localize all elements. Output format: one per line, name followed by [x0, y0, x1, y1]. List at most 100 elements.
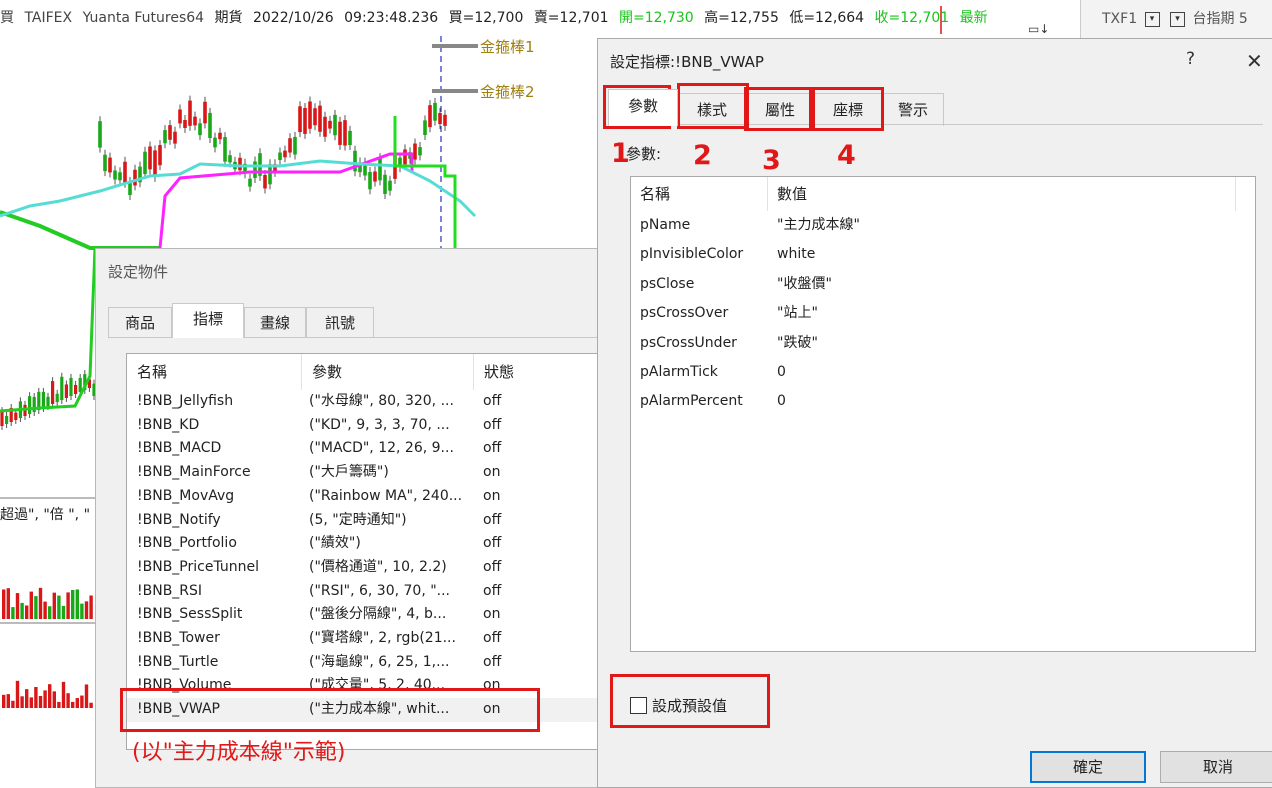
volume-bar-lower	[2, 694, 6, 708]
gold-bar-1-label: 金箍棒1	[480, 38, 535, 56]
tab-product[interactable]: 商品	[108, 307, 172, 338]
volume-bar-lower	[6, 694, 10, 708]
parameter-list[interactable]: 名稱 數值 pName "主力成本線" pInvisibleColor white ps…	[630, 176, 1256, 652]
dropdown-icon-2[interactable]: ▾	[1170, 11, 1186, 27]
parameter-row[interactable]: psClose "收盤價"	[631, 270, 1253, 299]
help-icon[interactable]: ?	[1186, 49, 1195, 69]
bid-price: 買=12,700	[448, 10, 524, 26]
candle-body	[78, 377, 82, 392]
candle-body	[148, 146, 152, 170]
volume-bar-lower	[48, 684, 52, 708]
tab-parameters[interactable]: 參數	[608, 89, 678, 126]
volume-bar-lower	[57, 701, 61, 708]
gold-bar-2-label: 金箍棒2	[480, 83, 535, 101]
candle-body	[60, 376, 64, 400]
annotation-box-coordinates-tab	[812, 87, 884, 131]
ok-button[interactable]: 確定	[1030, 751, 1146, 783]
indicator-row[interactable]: !BNB_Jellyfish ("水母線", 80, 320, ... off	[127, 390, 600, 414]
candle-body	[0, 411, 4, 426]
parameter-value[interactable]: "站上"	[777, 299, 818, 328]
parameter-value[interactable]: "跌破"	[777, 329, 818, 358]
candle-body	[64, 384, 68, 398]
indicator-row[interactable]: !BNB_MovAvg ("Rainbow MA", 240... on	[127, 485, 600, 509]
volume-bar	[57, 595, 61, 619]
candle-body	[368, 171, 372, 190]
indicator-params: ("價格通道", 10, 2.2)	[309, 558, 447, 575]
candle-body	[228, 155, 232, 163]
parameter-row[interactable]: pAlarmPercent 0	[631, 387, 1253, 416]
indicator-row[interactable]: !BNB_PriceTunnel ("價格通道", 10, 2.2) off	[127, 556, 600, 580]
tab-drawing[interactable]: 畫線	[244, 307, 306, 338]
volume-bar-lower	[75, 698, 79, 708]
parameter-value[interactable]: "主力成本線"	[777, 211, 860, 240]
indicator-status: off	[483, 653, 502, 670]
close-icon[interactable]: ✕	[1246, 49, 1263, 73]
pin-icon[interactable]: ▭↓	[1028, 22, 1049, 36]
volume-bar	[48, 606, 52, 619]
volume-bar	[75, 589, 79, 619]
candle-body	[163, 130, 167, 144]
tab-indicator[interactable]: 指標	[172, 303, 244, 338]
parameter-value[interactable]: 0	[777, 358, 786, 387]
column-divider	[1235, 177, 1236, 211]
indicator-name: !BNB_Portfolio	[137, 535, 237, 552]
volume-bar	[38, 587, 43, 619]
annotation-number-2: 2	[693, 140, 712, 171]
candle-body	[118, 172, 122, 181]
column-header-status[interactable]: 狀態	[474, 354, 602, 390]
candle-body	[443, 114, 447, 126]
parameter-name: pName	[640, 217, 691, 233]
volume-bar	[2, 589, 6, 619]
indicator-name: !BNB_Tower	[137, 630, 220, 646]
exchange-label: TAIFEX	[24, 10, 73, 26]
volume-bar	[66, 592, 70, 619]
candle-body	[248, 178, 252, 187]
indicator-row[interactable]: !BNB_Tower ("寶塔線", 2, rgb(21... off	[127, 627, 600, 651]
indicator-row[interactable]: !BNB_MACD ("MACD", 12, 26, 9... off	[127, 437, 600, 461]
dropdown-icon[interactable]: ▾	[1144, 11, 1160, 27]
column-header-name[interactable]: 名稱	[127, 354, 302, 390]
indicator-row[interactable]: !BNB_Portfolio ("績效") off	[127, 532, 600, 556]
indicator-row[interactable]: !BNB_Turtle ("海龜線", 6, 25, 1,... off	[127, 651, 600, 675]
volume-bar	[52, 592, 56, 619]
candle-body	[123, 161, 127, 183]
volume-bar-lower	[89, 702, 93, 708]
candle-body	[51, 381, 55, 404]
parameter-value[interactable]: "收盤價"	[777, 270, 832, 299]
symbol-label: TXF1	[1102, 11, 1138, 27]
candle-body	[333, 114, 337, 136]
indicator-row[interactable]: !BNB_MainForce ("大戶籌碼") on	[127, 461, 600, 485]
tab-signal[interactable]: 訊號	[306, 307, 374, 338]
volume-bar-lower	[15, 680, 20, 708]
column-divider	[767, 177, 768, 211]
annotation-box-default-checkbox	[610, 674, 770, 728]
candle-body	[28, 396, 32, 414]
candle-body	[223, 137, 227, 162]
parameter-row[interactable]: pName "主力成本線"	[631, 211, 1253, 240]
candle-body	[438, 112, 442, 125]
indicator-row[interactable]: !BNB_RSI ("RSI", 6, 30, 70, "... off	[127, 580, 600, 604]
indicator-row[interactable]: !BNB_KD ("KD", 9, 3, 3, 70, ... off	[127, 414, 600, 438]
parameter-row[interactable]: pAlarmTick 0	[631, 358, 1253, 387]
indicator-status: off	[483, 511, 502, 528]
parameter-row[interactable]: psCrossOver "站上"	[631, 299, 1253, 328]
candle-body	[5, 415, 9, 424]
indicator-row[interactable]: !BNB_SessSplit ("盤後分隔線", 4, b... on	[127, 603, 600, 627]
parameter-row[interactable]: pInvisibleColor white	[631, 240, 1253, 269]
column-header-value[interactable]: 數值	[777, 177, 807, 211]
column-header-name[interactable]: 名稱	[640, 177, 670, 211]
candle-body	[108, 157, 112, 173]
volume-bar-lower	[61, 681, 66, 708]
tab-alerts[interactable]: 警示	[882, 93, 944, 126]
volume-bar	[15, 593, 20, 619]
quote-time: 09:23:48.236	[344, 10, 439, 26]
column-header-params[interactable]: 參數	[302, 354, 474, 390]
parameter-value[interactable]: 0	[777, 387, 786, 416]
indicator-row[interactable]: !BNB_Notify (5, "定時通知") off	[127, 509, 600, 533]
cancel-button[interactable]: 取消	[1160, 751, 1272, 783]
candle-body	[298, 106, 302, 133]
candle-body	[323, 116, 327, 137]
green-ma-line	[0, 210, 160, 250]
parameter-row[interactable]: psCrossUnder "跌破"	[631, 329, 1253, 358]
parameter-value[interactable]: white	[777, 240, 815, 269]
